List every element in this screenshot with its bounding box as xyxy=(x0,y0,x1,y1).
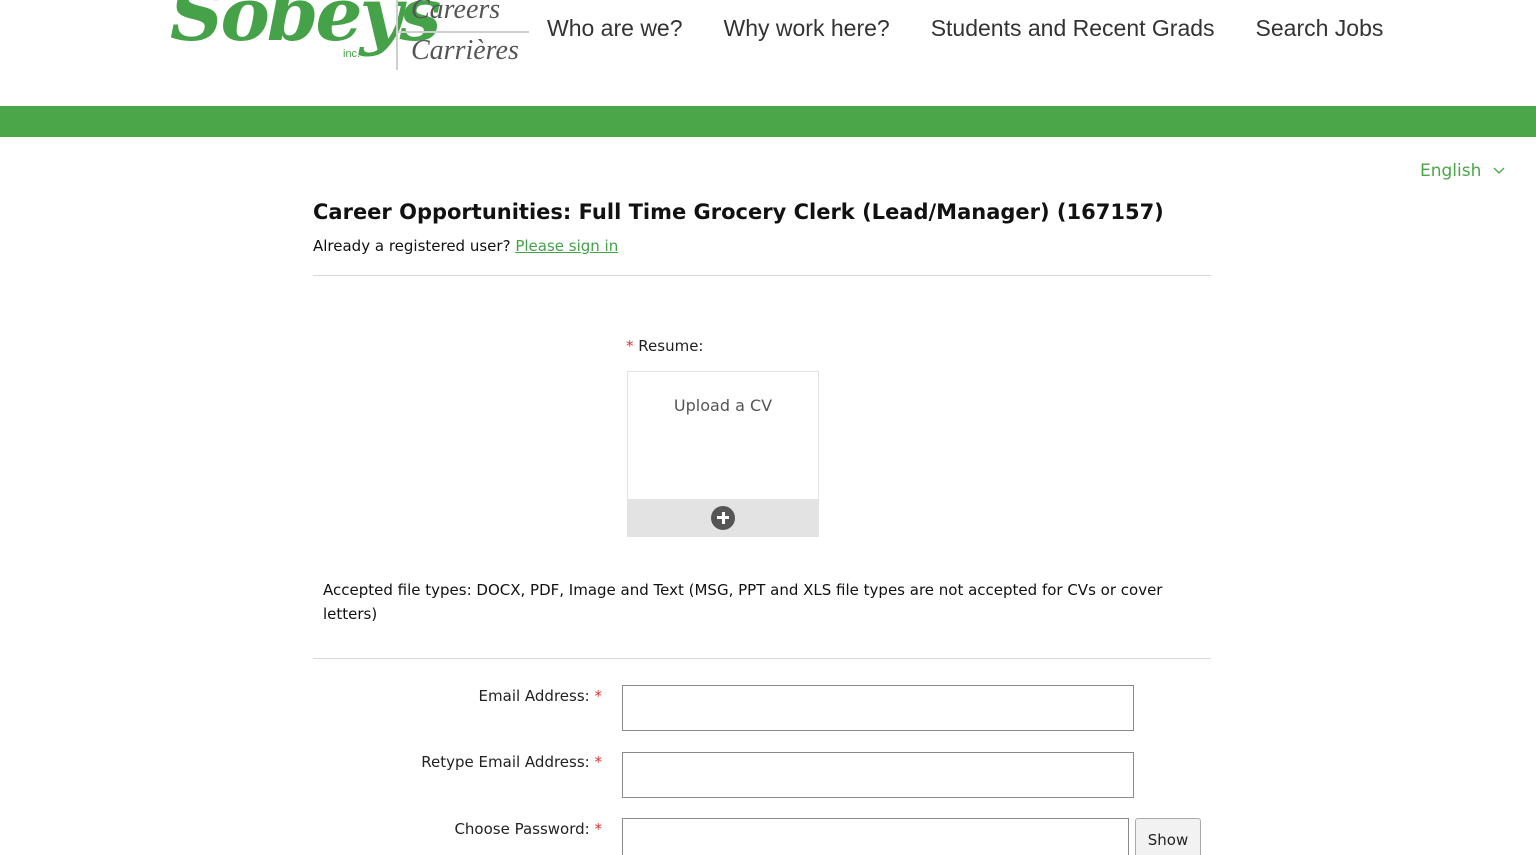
retype-email-label: Retype Email Address: * xyxy=(421,753,602,771)
nav-who-are-we[interactable]: Who are we? xyxy=(547,15,683,42)
nav-why-work-here[interactable]: Why work here? xyxy=(724,15,890,42)
sign-in-link[interactable]: Please sign in xyxy=(515,237,618,255)
resume-label-text: Resume: xyxy=(638,337,704,355)
resume-label: * Resume: xyxy=(626,337,703,355)
logo-careers-text: Careers xyxy=(411,0,501,25)
retype-email-label-text: Retype Email Address: xyxy=(421,753,590,771)
chevron-down-icon xyxy=(1493,167,1505,174)
green-banner xyxy=(0,106,1536,137)
password-field[interactable] xyxy=(622,818,1129,855)
signin-prompt: Already a registered user? Please sign i… xyxy=(313,237,618,255)
email-field[interactable] xyxy=(622,685,1134,731)
upload-add-bar[interactable] xyxy=(628,499,818,536)
logo-divider-vertical xyxy=(396,0,398,70)
show-password-button[interactable]: Show xyxy=(1135,818,1201,855)
divider xyxy=(313,275,1211,276)
password-label-text: Choose Password: xyxy=(454,820,590,838)
logo-divider-horizontal xyxy=(397,31,529,33)
logo-carrieres-text: Carrières xyxy=(411,35,519,66)
required-marker: * xyxy=(626,337,634,355)
sobeys-logo[interactable]: Sobeys xyxy=(170,0,441,52)
logo-inc: inc. xyxy=(343,48,361,60)
required-marker: * xyxy=(594,687,603,705)
nav-students-grads[interactable]: Students and Recent Grads xyxy=(931,15,1215,42)
site-header: Sobeys inc. Careers Carrières Who are we… xyxy=(0,0,1536,106)
retype-email-field[interactable] xyxy=(622,752,1134,798)
password-label: Choose Password: * xyxy=(454,820,602,838)
page-title: Career Opportunities: Full Time Grocery … xyxy=(313,200,1164,224)
email-label: Email Address: * xyxy=(479,687,602,705)
nav-search-jobs[interactable]: Search Jobs xyxy=(1256,15,1384,42)
accepted-file-types: Accepted file types: DOCX, PDF, Image an… xyxy=(323,581,1163,623)
upload-cv-text: Upload a CV xyxy=(673,396,773,415)
required-marker: * xyxy=(594,753,603,771)
required-marker: * xyxy=(594,820,603,838)
cv-upload-box[interactable]: Upload a CV xyxy=(627,371,819,537)
language-selector[interactable]: English xyxy=(1420,161,1505,181)
email-label-text: Email Address: xyxy=(478,687,590,705)
main-nav: Who are we? Why work here? Students and … xyxy=(547,15,1383,42)
divider xyxy=(313,658,1211,659)
registered-user-text: Already a registered user? xyxy=(313,237,511,255)
language-label: English xyxy=(1420,161,1482,181)
plus-circle-icon[interactable] xyxy=(711,505,735,530)
